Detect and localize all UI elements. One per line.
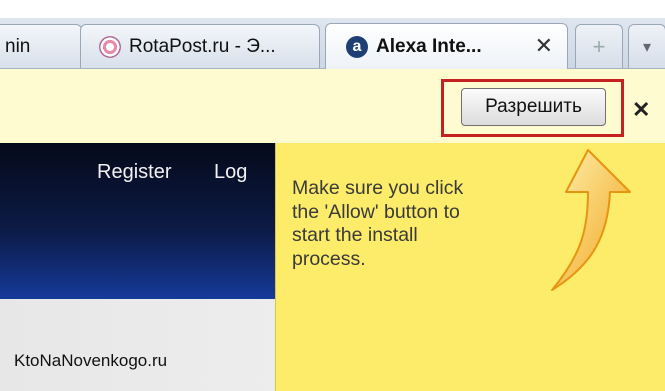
tab-admin[interactable]: nin: [0, 24, 82, 68]
nav-login-link[interactable]: Log: [214, 161, 247, 184]
tab-rotapost[interactable]: RotaPost.ru - Э...: [80, 24, 320, 68]
notification-bar: Разрешить ✕: [0, 69, 665, 144]
tab-label: nin: [5, 35, 31, 57]
tab-bar: nin RotaPost.ru - Э... a Alexa Inte... ✕…: [0, 18, 665, 69]
nav-register-link[interactable]: Register: [97, 161, 171, 184]
tab-label: RotaPost.ru - Э...: [129, 35, 276, 57]
alexa-favicon-icon: a: [346, 35, 368, 58]
tab-alexa-active[interactable]: a Alexa Inte... ✕: [325, 23, 568, 69]
tooltip-text: Make sure you click the 'Allow' button t…: [292, 177, 464, 270]
tab-label: Alexa Inte...: [376, 35, 482, 57]
notification-close-icon[interactable]: ✕: [632, 97, 650, 123]
new-tab-button[interactable]: +: [575, 24, 623, 68]
rotapost-favicon-icon: [99, 35, 121, 58]
allow-button[interactable]: Разрешить: [461, 88, 606, 126]
tab-close-icon[interactable]: ✕: [535, 33, 553, 59]
tab-list-button[interactable]: ▾: [628, 24, 665, 68]
watermark-text: KtoNaNovenkogo.ru: [14, 351, 168, 370]
top-strip: [0, 0, 665, 18]
curved-arrow-icon: [551, 149, 631, 291]
